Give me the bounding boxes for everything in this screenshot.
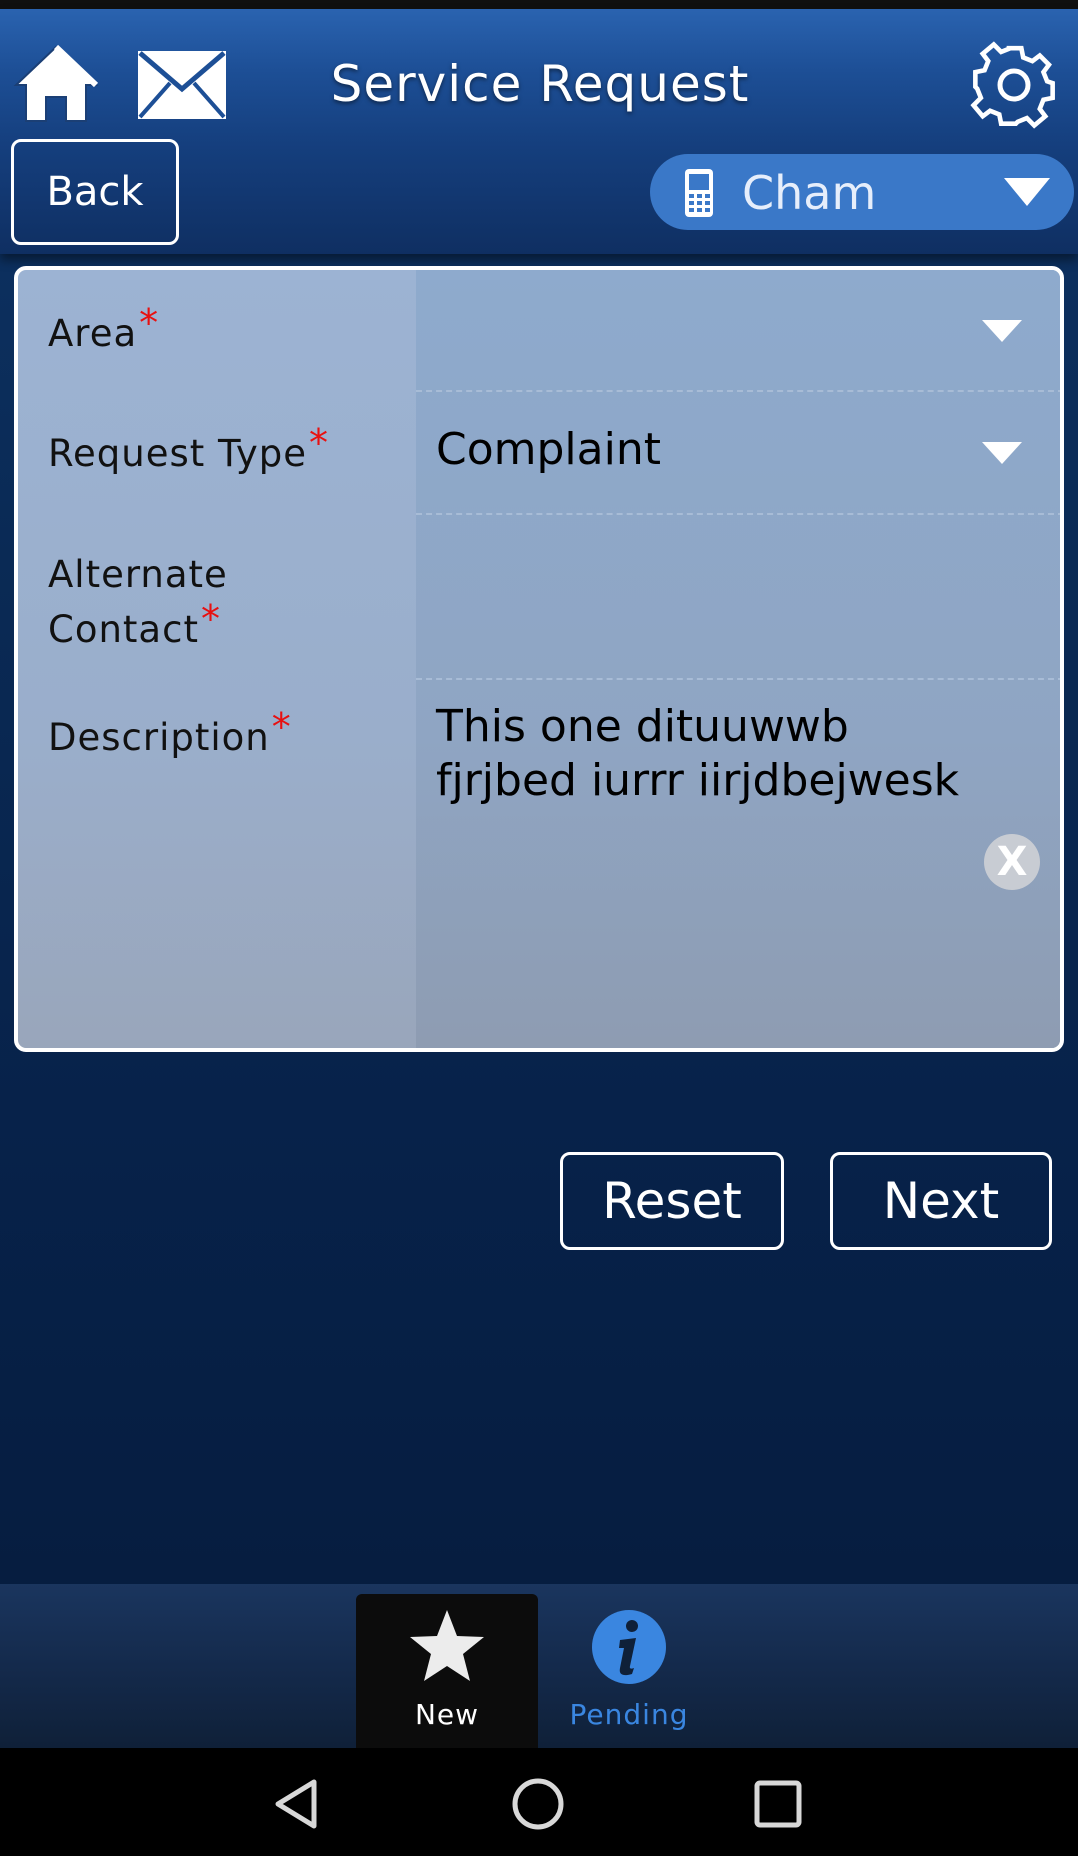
required-marker: * bbox=[271, 705, 292, 749]
service-request-form: Area* Request Type* Complaint Alternate … bbox=[14, 266, 1064, 1052]
account-selector[interactable]: Cham bbox=[650, 154, 1074, 230]
status-bar bbox=[0, 0, 1078, 9]
mail-button[interactable] bbox=[136, 47, 228, 123]
alternate-contact-label: Alternate Contact* bbox=[48, 553, 228, 651]
chevron-down-icon bbox=[982, 442, 1022, 464]
bottom-tab-bar: New Pending bbox=[0, 1584, 1078, 1748]
area-dropdown[interactable] bbox=[416, 270, 1060, 390]
tab-new[interactable]: New bbox=[356, 1594, 538, 1748]
description-label: Description* bbox=[48, 705, 292, 759]
back-button[interactable]: Back bbox=[11, 139, 179, 245]
settings-button[interactable] bbox=[968, 39, 1060, 131]
required-marker: * bbox=[309, 421, 330, 465]
required-marker: * bbox=[200, 597, 221, 641]
system-nav-bar bbox=[0, 1748, 1078, 1856]
info-icon bbox=[592, 1610, 666, 1684]
tab-new-label: New bbox=[414, 1698, 480, 1731]
mail-icon bbox=[138, 51, 226, 119]
next-button[interactable]: Next bbox=[830, 1152, 1052, 1250]
phone-icon bbox=[685, 169, 713, 217]
request-type-label: Request Type* bbox=[48, 421, 330, 475]
clear-description-button[interactable]: X bbox=[984, 834, 1040, 890]
tab-pending[interactable]: Pending bbox=[538, 1594, 720, 1748]
required-marker: * bbox=[139, 301, 160, 345]
request-type-dropdown[interactable]: Complaint bbox=[416, 392, 1060, 513]
page-title: Service Request bbox=[330, 55, 750, 113]
account-name: Cham bbox=[742, 166, 877, 220]
nav-back-icon[interactable] bbox=[270, 1776, 326, 1832]
chevron-down-icon bbox=[1004, 178, 1050, 206]
tab-pending-label: Pending bbox=[569, 1698, 689, 1731]
app-header: Service Request Back Cham bbox=[0, 9, 1078, 254]
reset-button[interactable]: Reset bbox=[560, 1152, 784, 1250]
request-type-value: Complaint bbox=[436, 424, 661, 475]
description-value: This one dituuwwb fjrjbed iurrr iirjdbej… bbox=[436, 701, 960, 806]
nav-recents-icon[interactable] bbox=[750, 1776, 806, 1832]
nav-home-icon[interactable] bbox=[510, 1776, 566, 1832]
star-icon bbox=[410, 1610, 484, 1681]
home-button[interactable] bbox=[12, 41, 100, 127]
chevron-down-icon bbox=[982, 320, 1022, 342]
alternate-contact-field[interactable] bbox=[416, 515, 1060, 678]
area-label: Area* bbox=[48, 301, 160, 355]
gear-icon bbox=[970, 41, 1055, 129]
home-icon bbox=[13, 44, 99, 122]
